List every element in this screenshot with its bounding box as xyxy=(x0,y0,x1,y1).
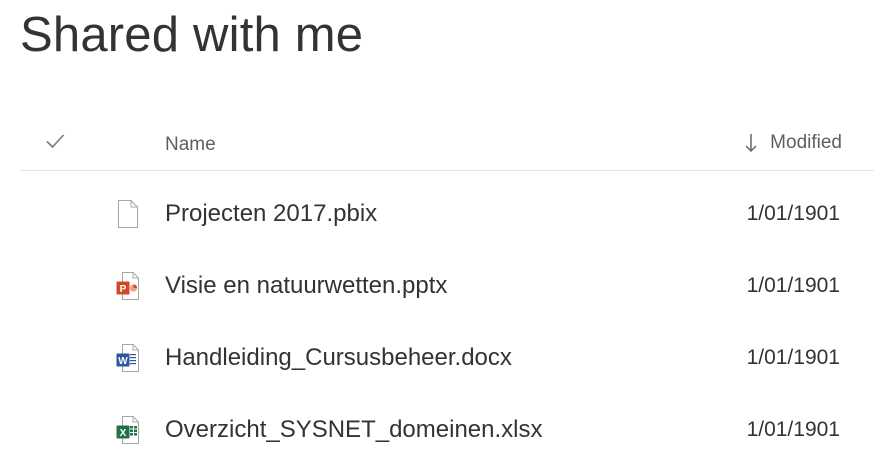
file-name-link[interactable]: Visie en natuurwetten.pptx xyxy=(165,272,447,300)
svg-text:P: P xyxy=(120,284,127,295)
word-file-icon: W xyxy=(116,343,140,373)
powerpoint-file-icon: P xyxy=(116,271,140,301)
column-header-name[interactable]: Name xyxy=(165,134,216,156)
list-header: Name Modified xyxy=(20,118,874,171)
file-row[interactable]: W Handleiding_Cursusbeheer.docx 1/01/190… xyxy=(20,315,874,387)
file-list: Name Modified Projecten 2017.pbix 1/01/1… xyxy=(20,118,874,459)
file-row[interactable]: Projecten 2017.pbix 1/01/1901 xyxy=(20,171,874,243)
excel-file-icon: X xyxy=(116,415,140,445)
arrow-down-icon xyxy=(744,133,758,153)
file-row[interactable]: X Overzicht_SYSNET_domeinen.xlsx 1/01/19… xyxy=(20,387,874,459)
page-title: Shared with me xyxy=(20,8,364,62)
select-all-checkmark-icon[interactable] xyxy=(44,130,66,152)
file-name-link[interactable]: Overzicht_SYSNET_domeinen.xlsx xyxy=(165,416,542,444)
generic-file-icon xyxy=(116,199,140,229)
svg-text:X: X xyxy=(120,428,127,439)
file-modified-date: 1/01/1901 xyxy=(746,202,840,225)
column-header-modified[interactable]: Modified xyxy=(744,132,842,154)
file-modified-date: 1/01/1901 xyxy=(746,274,840,297)
file-name-link[interactable]: Handleiding_Cursusbeheer.docx xyxy=(165,344,512,372)
file-modified-date: 1/01/1901 xyxy=(746,418,840,441)
file-modified-date: 1/01/1901 xyxy=(746,346,840,369)
svg-text:W: W xyxy=(118,356,128,367)
file-name-link[interactable]: Projecten 2017.pbix xyxy=(165,200,377,228)
column-header-modified-label: Modified xyxy=(770,132,842,153)
file-row[interactable]: P Visie en natuurwetten.pptx 1/01/1901 xyxy=(20,243,874,315)
